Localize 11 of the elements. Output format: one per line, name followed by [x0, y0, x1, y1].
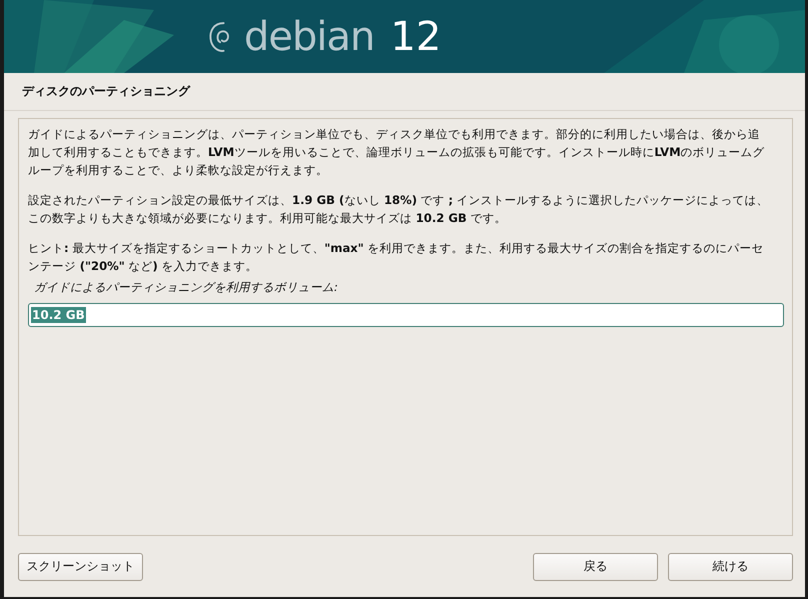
screenshot-button[interactable]: スクリーンショット [18, 552, 143, 580]
version-number: 12 [390, 14, 442, 60]
field-label: ガイドによるパーティショニングを利用するボリューム: [34, 279, 339, 295]
input-field[interactable]: 10.2 GB [28, 303, 784, 327]
paragraph: ヒント: 最大サイズを指定するショートカットとして、"max" を利用できます。また、利用する最大サイズの割合を指定するのにパーセンテージ ("20%" など) を入力できます。 [28, 240, 764, 275]
page-title: ディスクのパーティショニング [22, 83, 190, 100]
paragraph: 設定されたパーティション設定の最低サイズは、1.9 GB (ないし 18%) です ; インストールするように選択したパッケージによっては、この数字よりも大きな領域が必要になります。利用可能な最大サイズは 10.2 GB です。 [28, 192, 770, 227]
paragraph: ガイドによるパーティショニングは、パーティション単位でも、ディスク単位でも利用できます。部分的に利用したい場合は、後から追加して利用することもできます。LVMツールを用いることで、論理ボリュームの拡張も可能です。インストール時にLVMのボリュームグループを利用することで、より柔軟な設定が行えます。 [28, 126, 766, 179]
nav-button[interactable]: 戻る [533, 552, 658, 580]
nav-button[interactable]: 続ける [668, 552, 793, 580]
logo-text: debian [244, 14, 374, 60]
